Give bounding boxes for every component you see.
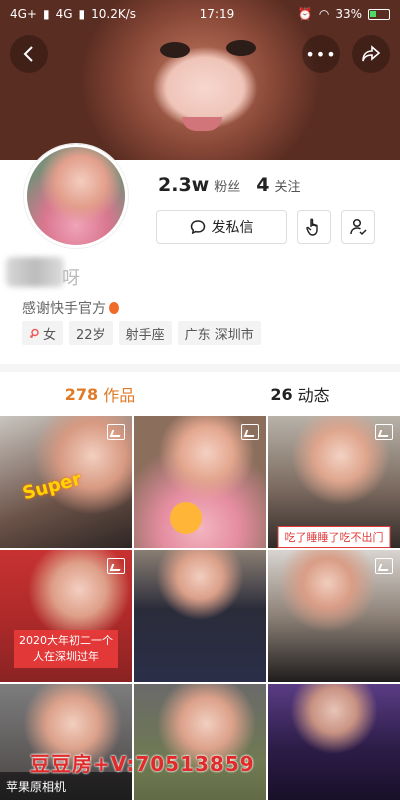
cover-mouth [182, 117, 222, 131]
work-tile[interactable] [268, 550, 400, 682]
work-tile[interactable]: 2020大年初二一个人在深圳过年 [0, 550, 132, 682]
user-check-icon [350, 218, 367, 236]
followers-count: 2.3w [158, 174, 210, 196]
tab-works-count: 278 [64, 384, 99, 404]
profile-stats: 2.3w 粉丝 4 关注 [158, 174, 300, 196]
work-tile[interactable] [134, 684, 266, 800]
tag-age: 22岁 [69, 321, 113, 345]
image-set-icon [375, 424, 393, 440]
followers-label: 粉丝 [214, 180, 241, 195]
emoji-sticker-icon [170, 502, 202, 534]
signal-icon: ▮ [43, 7, 50, 21]
share-arrow-icon [362, 45, 381, 62]
work-tile[interactable] [134, 550, 266, 682]
work-tile[interactable] [268, 684, 400, 800]
tag-location-label: 广东 深圳市 [184, 327, 254, 343]
balloon-icon [109, 302, 119, 314]
send-message-button[interactable]: 发私信 [156, 210, 287, 244]
following-count: 4 [256, 174, 270, 196]
chevron-left-icon [23, 46, 33, 62]
send-message-label: 发私信 [211, 220, 254, 236]
hand-tap-icon [306, 218, 318, 236]
chat-bubble-icon [190, 220, 205, 235]
image-set-icon [107, 558, 125, 574]
tab-moments[interactable]: 26 动态 [200, 372, 400, 416]
image-set-icon [375, 558, 393, 574]
tab-moments-count: 26 [270, 384, 293, 404]
image-set-icon [107, 424, 125, 440]
tab-moments-label: 动态 [297, 386, 330, 405]
tile-caption: 吃了睡睡了吃不出门 [277, 526, 391, 548]
section-divider [0, 364, 400, 372]
profile-tags: 女 22岁 射手座 广东 深圳市 [22, 321, 261, 345]
username-redacted [6, 257, 64, 287]
sticker-text: Super [20, 468, 84, 505]
tag-zodiac-label: 射手座 [125, 327, 165, 343]
more-dots-icon: ••• [305, 44, 337, 64]
battery-icon [368, 8, 390, 20]
avatar[interactable] [24, 144, 128, 248]
bio-text: 感谢快手官方 [22, 301, 106, 317]
following-stat[interactable]: 4 关注 [256, 174, 300, 196]
contact-watermark: 豆豆房+V:70513859 [30, 752, 255, 776]
status-bar: 4G+ ▮ 4G ▮ 10.2K/s 17:19 ⏰ ◠ 33% [0, 0, 400, 28]
tag-location: 广东 深圳市 [177, 321, 261, 345]
tag-gender: 女 [22, 321, 64, 345]
carrier-1: 4G+ [10, 7, 37, 21]
work-tile[interactable]: 吃了睡睡了吃不出门 [268, 416, 400, 548]
content-tabs: 278 作品 26 动态 [0, 372, 400, 416]
share-button[interactable] [352, 35, 390, 73]
add-friend-button[interactable] [341, 210, 375, 244]
tag-zodiac: 射手座 [118, 321, 172, 345]
username: 呀 [62, 268, 80, 289]
tab-works-label: 作品 [103, 386, 136, 405]
image-set-icon [241, 424, 259, 440]
female-symbol-icon [29, 328, 39, 338]
more-button[interactable]: ••• [302, 35, 340, 73]
work-tile[interactable]: Super [0, 416, 132, 548]
alarm-icon: ⏰ [297, 7, 313, 21]
tag-gender-label: 女 [43, 327, 57, 343]
carrier-2: 4G [55, 7, 73, 21]
work-tile[interactable] [134, 416, 266, 548]
tag-age-label: 22岁 [76, 327, 106, 343]
followers-stat[interactable]: 2.3w 粉丝 [158, 174, 240, 196]
signal-icon: ▮ [78, 7, 86, 21]
network-speed: 10.2K/s [91, 7, 137, 21]
works-grid: Super 吃了睡睡了吃不出门 2020大年初二一个人在深圳过年 [0, 416, 400, 800]
battery-percent: 33% [335, 7, 362, 21]
following-label: 关注 [274, 180, 301, 195]
wifi-icon: ◠ [318, 7, 330, 21]
cover-eye-right [226, 40, 256, 56]
tile-caption: 2020大年初二一个人在深圳过年 [14, 630, 118, 668]
bio: 感谢快手官方 [22, 298, 119, 318]
pat-button[interactable] [297, 210, 331, 244]
cover-eye-left [160, 42, 190, 58]
tab-works[interactable]: 278 作品 [0, 372, 200, 416]
clock: 17:19 [199, 7, 235, 21]
back-button[interactable] [10, 35, 48, 73]
